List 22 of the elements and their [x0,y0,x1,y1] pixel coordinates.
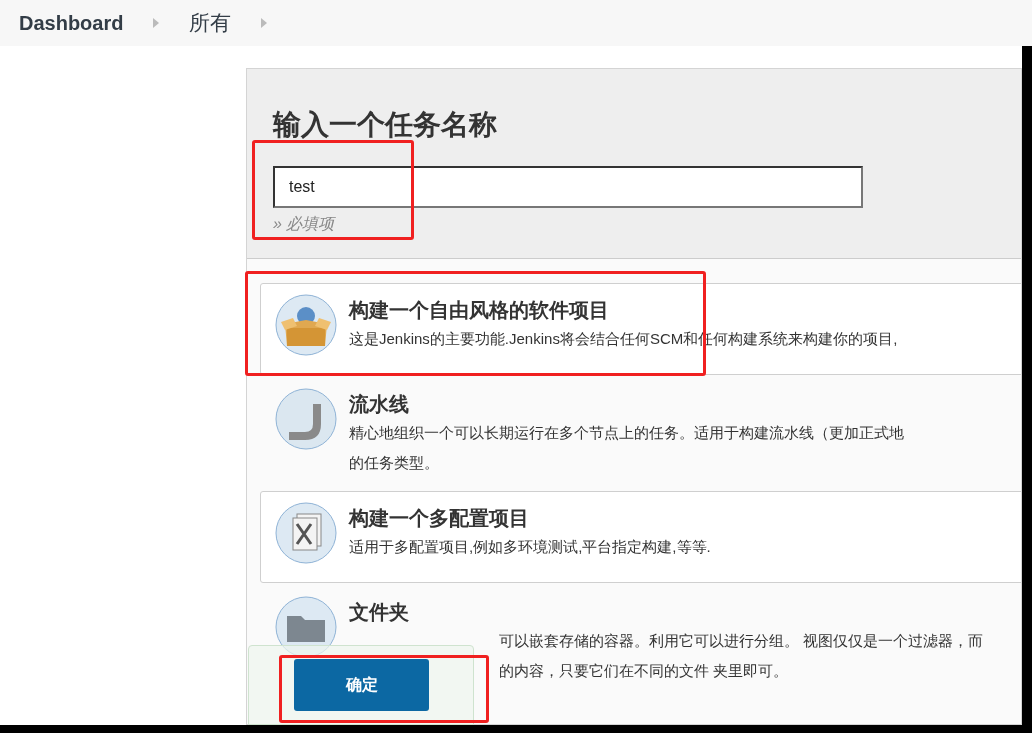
item-type-option[interactable]: 构建一个多配置项目 适用于多配置项目,例如多环境测试,平台指定构建,等等. [260,491,1021,583]
ok-button[interactable]: 确定 [294,659,429,711]
item-type-title: 文件夹 [349,600,410,625]
item-type-title: 构建一个多配置项目 [349,506,530,531]
documents-tools-icon [275,502,337,564]
item-type-option[interactable]: 流水线 精心地组织一个可以长期运行在多个节点上的任务。适用于构建流水线（更加正式地 的任务类型。 [260,377,1021,489]
item-type-description: 的内容，只要它们在不同的文件 夹里即可。 [499,661,790,681]
page-heading: 输入一个任务名称 [273,108,498,142]
pipe-icon [275,388,337,450]
breadcrumb-link[interactable]: Dashboard [19,8,124,38]
item-type-description: 的任务类型。 [349,453,440,473]
item-type-title: 流水线 [349,392,410,417]
package-box-icon [275,294,337,356]
chevron-right-icon[interactable] [153,18,160,28]
item-type-description: 精心地组织一个可以长期运行在多个节点上的任务。适用于构建流水线（更加正式地 [349,423,904,443]
item-type-description: 适用于多配置项目,例如多环境测试,平台指定构建,等等. [349,537,711,557]
item-type-description: 可以嵌套存储的容器。利用它可以进行分组。 视图仅仅是一个过滤器，而 [499,631,984,651]
item-name-field[interactable]: test [273,166,863,208]
chevron-right-icon[interactable] [261,18,268,28]
item-type-title: 构建一个自由风格的软件项目 [349,298,610,323]
required-hint: » 必填项 [273,214,337,234]
breadcrumb-link[interactable]: 所有 [189,7,232,39]
